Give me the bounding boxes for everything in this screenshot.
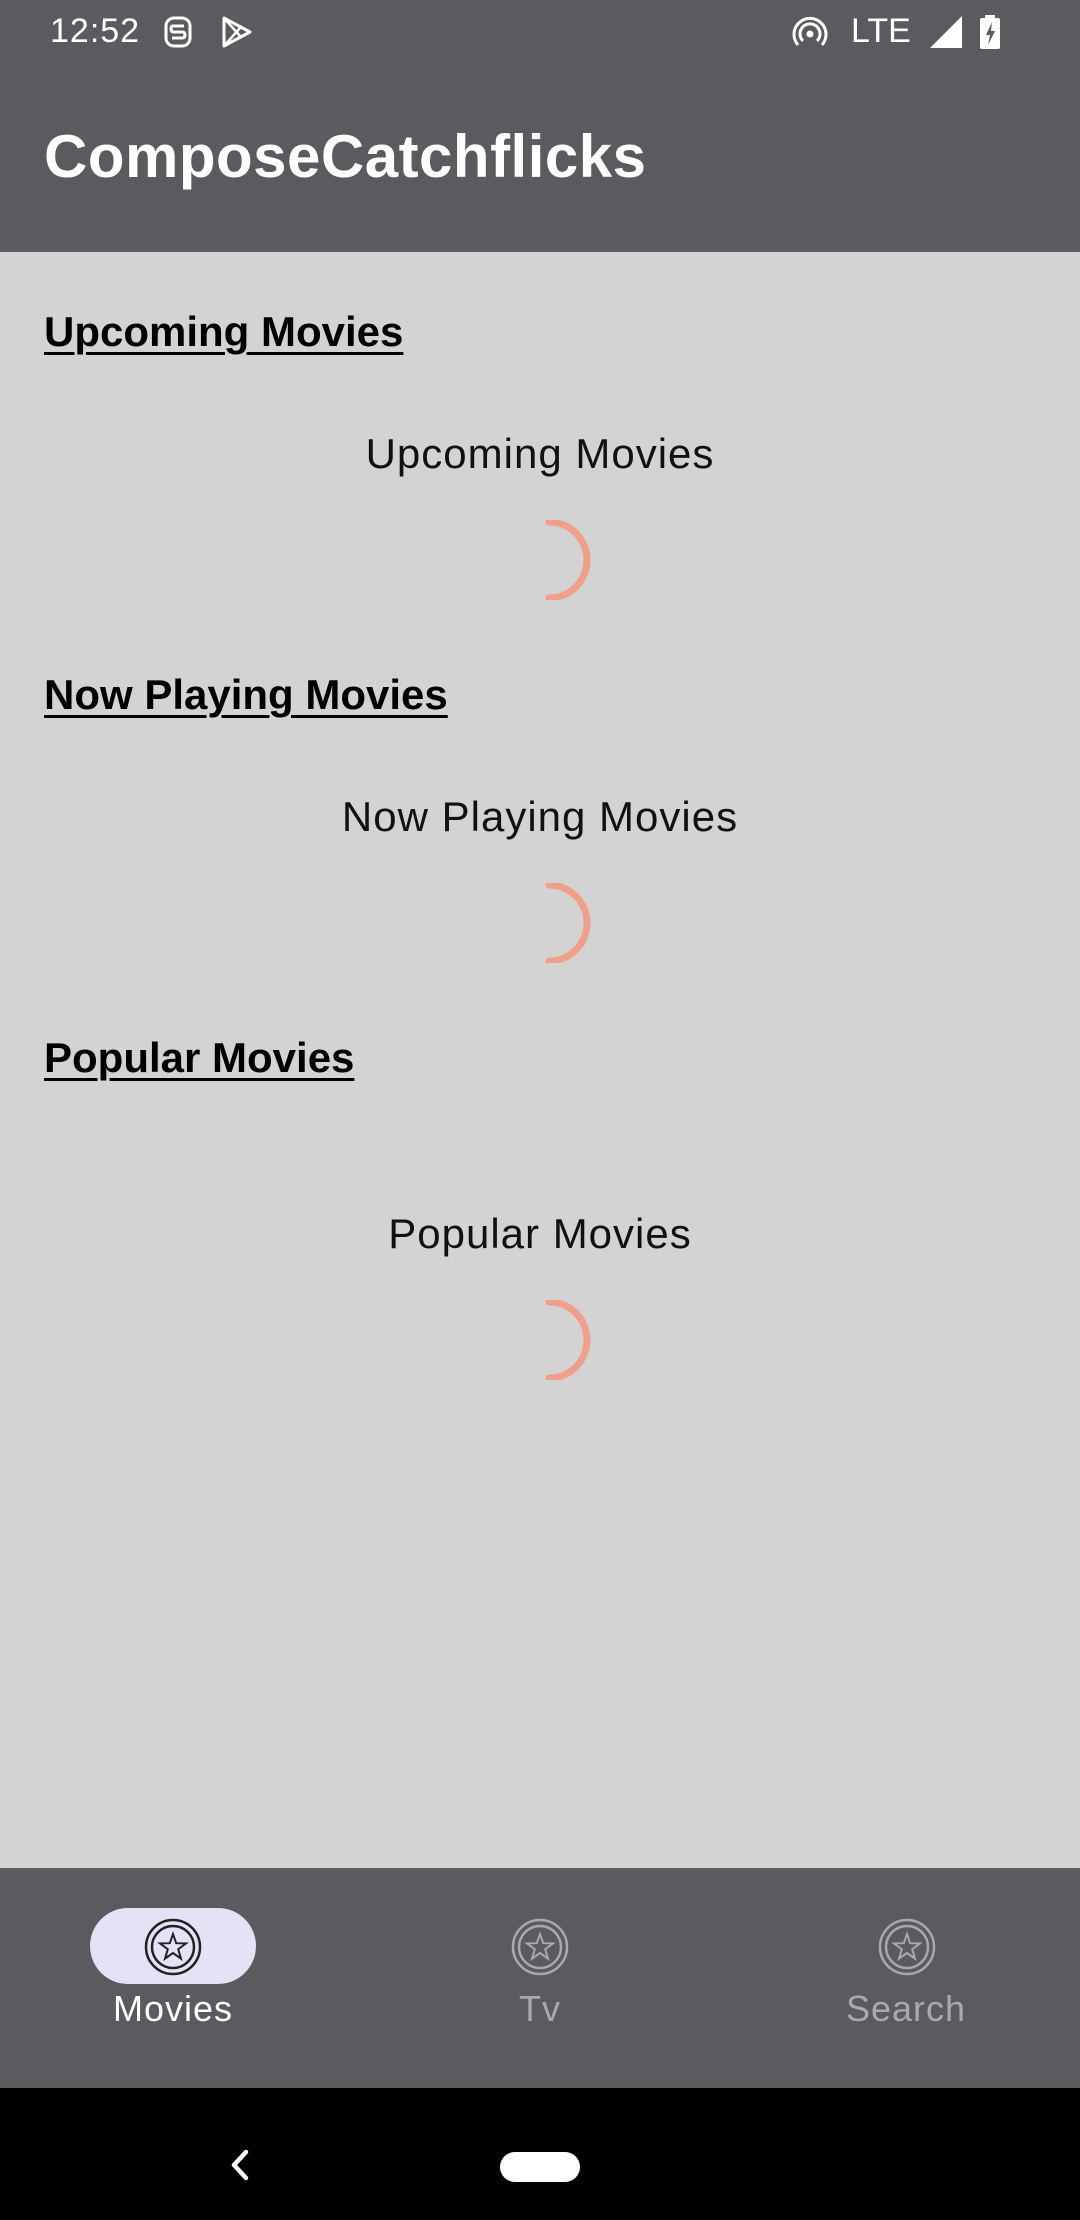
status-bar: 12:52 LTE [0,0,1080,64]
upcoming-movies-placeholder: Upcoming Movies [365,430,715,477]
back-icon[interactable] [220,2140,260,2190]
hotspot-icon [792,16,828,46]
nav-label-tv: Tv [519,1988,561,2029]
now-playing-movies-placeholder: Now Playing Movies [341,793,739,840]
popular-movies-placeholder: Popular Movies [388,1210,692,1257]
popular-movies-heading: Popular Movies [44,1034,355,1081]
star-circle-icon [144,1918,202,1976]
top-app-bar: ComposeCatchflicks [0,64,1080,252]
bottom-navigation-bar: Movies Tv Search [0,1868,1080,2088]
upcoming-loading-spinner [545,520,591,600]
now-playing-movies-heading: Now Playing Movies [44,671,448,718]
nav-label-movies: Movies [112,1988,234,2029]
star-circle-icon [511,1918,569,1976]
nav-item-search[interactable]: Search [720,1868,1080,2088]
battery-charging-icon [980,15,1000,49]
now-playing-loading-spinner [545,883,591,963]
s-notification-icon [164,16,192,48]
home-button[interactable] [500,2152,580,2182]
play-store-icon [222,16,252,48]
network-type: LTE [851,12,911,50]
upcoming-movies-heading: Upcoming Movies [44,308,404,355]
nav-item-movies[interactable]: Movies [0,1868,360,2088]
status-time: 12:52 [50,12,141,50]
popular-loading-spinner [545,1300,591,1380]
nav-item-tv[interactable]: Tv [360,1868,720,2088]
nav-label-search: Search [845,1988,967,2029]
app-title: ComposeCatchflicks [44,123,647,190]
signal-icon [930,16,962,48]
star-circle-icon [878,1918,936,1976]
system-navigation-bar [0,2088,1080,2220]
